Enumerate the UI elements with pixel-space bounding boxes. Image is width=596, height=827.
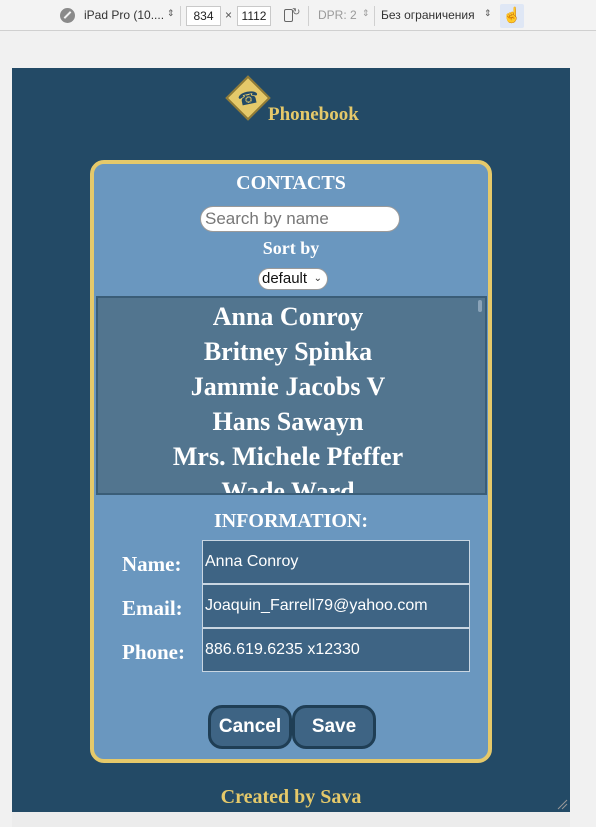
- contact-list[interactable]: Anna Conroy Britney Spinka Jammie Jacobs…: [96, 296, 487, 495]
- viewport-backdrop: [0, 31, 12, 827]
- rotate-arrow-icon: ↻: [292, 7, 301, 18]
- cancel-button[interactable]: Cancel: [208, 705, 292, 749]
- contact-item[interactable]: Hans Sawayn: [98, 404, 478, 439]
- information-title: INFORMATION:: [213, 510, 369, 532]
- contact-item[interactable]: Anna Conroy: [98, 299, 478, 334]
- list-scrollbar[interactable]: [478, 300, 482, 312]
- phonebook-card: CONTACTS Sort by default ⌄ Anna Conroy B…: [90, 160, 492, 763]
- contact-item[interactable]: Wade Ward: [98, 474, 478, 493]
- sort-select[interactable]: default ⌄: [258, 268, 328, 290]
- contacts-title: CONTACTS: [236, 172, 346, 194]
- name-field[interactable]: [202, 540, 470, 584]
- divider: [374, 6, 375, 26]
- contact-item[interactable]: Britney Spinka: [98, 334, 478, 369]
- touch-icon[interactable]: ☝: [500, 4, 524, 28]
- email-field[interactable]: [202, 584, 470, 628]
- resize-handle-icon[interactable]: [556, 798, 568, 810]
- device-select[interactable]: iPad Pro (10....: [84, 8, 164, 22]
- app-viewport: ☎ Phonebook CONTACTS Sort by default ⌄ A…: [12, 68, 570, 812]
- width-input[interactable]: 834: [186, 6, 221, 26]
- phone-label: Phone:: [122, 640, 185, 664]
- device-toolbar: iPad Pro (10.... ⇕ 834 × 1112 ↻ DPR: 2 ⇕…: [0, 0, 596, 31]
- sort-select-value: default: [262, 270, 308, 287]
- email-label: Email:: [122, 596, 183, 620]
- contact-item[interactable]: Jammie Jacobs V: [98, 369, 478, 404]
- name-label: Name:: [122, 552, 182, 576]
- throttle-select[interactable]: Без ограничения: [381, 8, 475, 22]
- contact-item[interactable]: Mrs. Michele Pfeffer: [98, 439, 478, 474]
- divider: [180, 6, 181, 26]
- updown-arrow-icon: ⇕: [484, 8, 492, 18]
- search-input[interactable]: [200, 206, 400, 232]
- divider: [308, 6, 309, 26]
- height-input[interactable]: 1112: [237, 6, 271, 26]
- sort-label: Sort by: [262, 238, 320, 258]
- phone-field[interactable]: [202, 628, 470, 672]
- viewport-backdrop: [570, 31, 596, 827]
- times-sign: ×: [225, 8, 233, 22]
- viewport-backdrop: [12, 812, 570, 827]
- save-button[interactable]: Save: [292, 705, 376, 749]
- dpr-select[interactable]: DPR: 2: [318, 8, 357, 22]
- footer-credit: Created by Sava: [220, 786, 362, 808]
- disable-icon[interactable]: [60, 8, 75, 23]
- viewport-backdrop: [0, 31, 596, 68]
- phonebook-logo: ☎: [225, 75, 271, 121]
- app-title: Phonebook: [268, 104, 359, 125]
- updown-arrow-icon: ⇕: [362, 8, 370, 18]
- chevron-down-icon: ⌄: [313, 273, 322, 284]
- updown-arrow-icon: ⇕: [167, 8, 175, 18]
